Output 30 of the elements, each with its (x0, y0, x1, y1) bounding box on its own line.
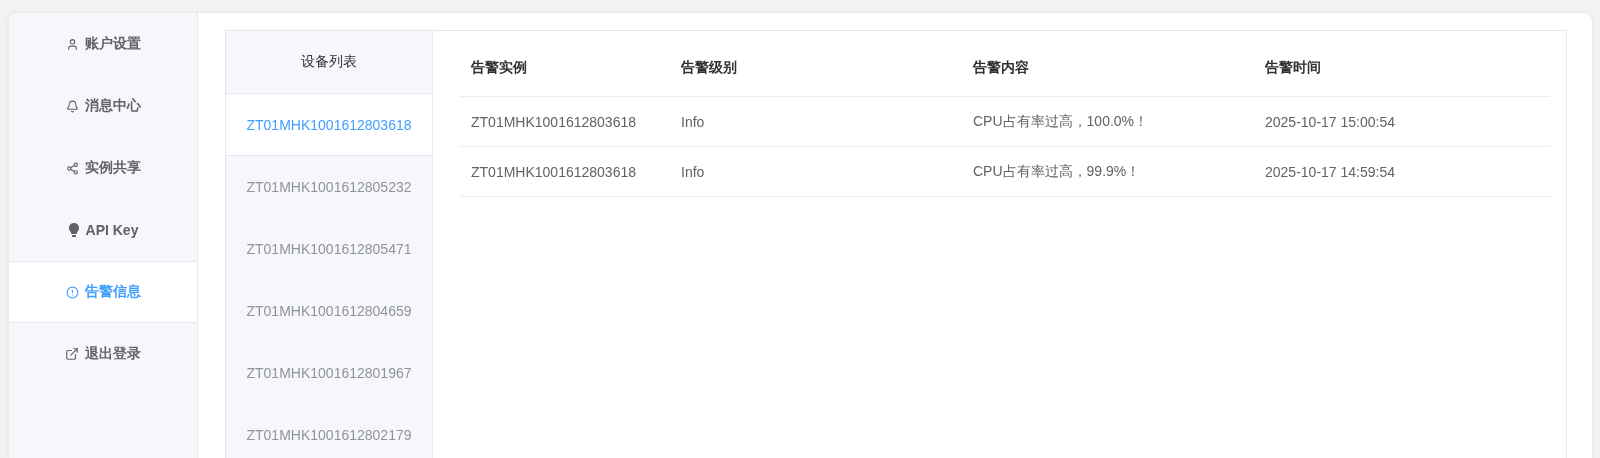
table-cell-text: ZT01MHK1001612803618 (470, 113, 637, 130)
sidebar-item[interactable]: 退出登录 (9, 323, 197, 385)
table-cell-text: Info (680, 113, 706, 130)
lightbulb-icon (67, 223, 80, 237)
alert-icon (65, 285, 79, 299)
bell-icon (65, 99, 79, 113)
column-header: 告警实例 (470, 58, 528, 77)
table-cell-text: 2025-10-17 14:59:54 (1264, 163, 1396, 180)
device-item[interactable]: ZT01MHK1001612802179 (226, 404, 432, 458)
column-header: 告警级别 (680, 58, 738, 77)
device-item[interactable]: ZT01MHK1001612805232 (226, 156, 432, 218)
sidebar-item[interactable]: 告警信息 (9, 261, 197, 323)
sidebar-item[interactable]: API Key (9, 199, 197, 261)
column-header: 告警时间 (1264, 58, 1322, 77)
column-header: 告警内容 (972, 58, 1030, 77)
table-cell-text: CPU占有率过高，99.9%！ (972, 162, 1142, 181)
external-link-icon (65, 347, 79, 361)
table-cell-text: 2025-10-17 15:00:54 (1264, 113, 1396, 130)
device-item[interactable]: ZT01MHK1001612801967 (226, 342, 432, 404)
device-item[interactable]: ZT01MHK1001612803618 (226, 94, 432, 156)
sidebar-item[interactable]: 账户设置 (9, 13, 197, 75)
table-cell-text: CPU占有率过高，100.0%！ (972, 112, 1150, 131)
share-icon (65, 161, 79, 175)
device-item[interactable]: ZT01MHK1001612804659 (226, 280, 432, 342)
table-cell-text: Info (680, 163, 706, 180)
sidebar-item[interactable]: 实例共享 (9, 137, 197, 199)
user-icon (65, 37, 79, 51)
device-item[interactable]: ZT01MHK1001612805471 (226, 218, 432, 280)
sidebar-item[interactable]: 消息中心 (9, 75, 197, 137)
table-cell-text: ZT01MHK1001612803618 (470, 163, 637, 180)
